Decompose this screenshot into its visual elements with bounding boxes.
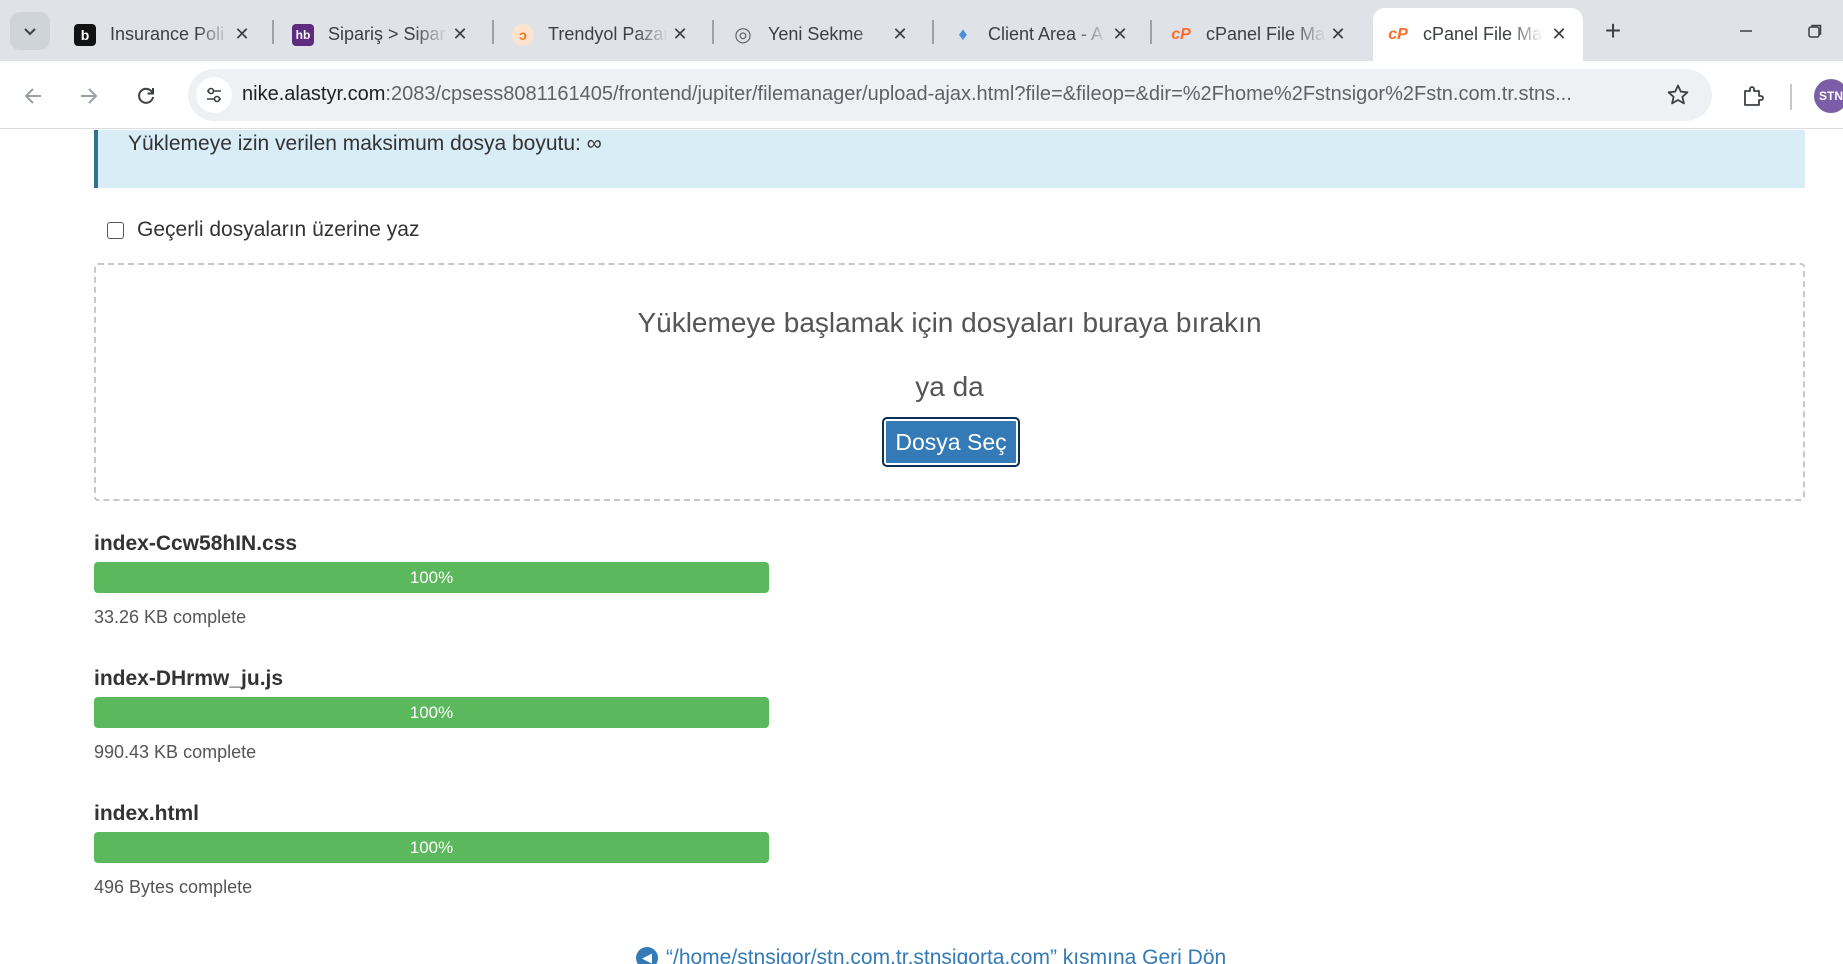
- url-host: nike.alastyr.com: [242, 83, 386, 105]
- upload-file-name: index-Ccw58hIN.css: [94, 532, 298, 555]
- reload-button[interactable]: [128, 78, 164, 114]
- dropzone-title: Yüklemeye başlamak için dosyaları buraya…: [637, 307, 1262, 338]
- browser-toolbar: nike.alastyr.com:2083/cpsess8081161405/f…: [0, 61, 1843, 129]
- max-size-text: Yüklemeye izin verilen maksimum dosya bo…: [128, 132, 602, 155]
- tab-separator: [492, 20, 494, 44]
- dropzone-or-text: ya da: [915, 371, 984, 402]
- upload-progress-label: 100%: [409, 703, 454, 722]
- tab-siparis[interactable]: hb Sipariş > Sipar ✕: [278, 8, 484, 61]
- tab-label: Insurance Poli: [110, 24, 225, 44]
- close-icon[interactable]: ✕: [1108, 22, 1132, 46]
- upload-file-name: index-DHrmw_ju.js: [94, 667, 284, 690]
- upload-item: index-DHrmw_ju.js 100% 990.43 KB complet…: [94, 667, 769, 763]
- upload-status: 33.26 KB complete: [94, 607, 247, 627]
- close-icon[interactable]: ✕: [888, 22, 912, 46]
- forward-button[interactable]: [70, 78, 106, 114]
- new-tab-button[interactable]: +: [1596, 14, 1630, 48]
- profile-avatar[interactable]: STN: [1814, 79, 1843, 113]
- tab-search-button[interactable]: [10, 12, 50, 50]
- file-dropzone[interactable]: Yüklemeye başlamak için dosyaları buraya…: [94, 263, 1805, 501]
- cpanel-icon: cP: [1388, 25, 1408, 43]
- tab-strip: b Insurance Poli ✕ hb Sipariş > Sipar ✕ …: [0, 0, 1843, 61]
- max-size-alert: Yüklemeye izin verilen maksimum dosya bo…: [94, 130, 1805, 188]
- hb-logo-icon: hb: [292, 23, 314, 46]
- restore-icon: [1808, 24, 1822, 38]
- tab-client-area[interactable]: ♦ Client Area - A ✕: [938, 8, 1144, 61]
- arrow-left-icon: [24, 88, 41, 104]
- tab-label: Sipariş > Sipar: [328, 24, 446, 44]
- tab-cpanel-1[interactable]: cP cPanel File Ma ✕: [1156, 8, 1362, 61]
- tab-label: cPanel File Ma: [1423, 24, 1543, 44]
- upload-item: index.html 100% 496 Bytes complete: [94, 802, 769, 898]
- close-icon[interactable]: ✕: [668, 22, 692, 46]
- url-text[interactable]: nike.alastyr.com:2083/cpsess8081161405/f…: [242, 83, 1642, 106]
- tab-separator: [272, 20, 274, 44]
- arrow-right-icon: [81, 88, 98, 104]
- tab-new-tab[interactable]: ◎ Yeni Sekme ✕: [718, 8, 924, 61]
- minimize-button[interactable]: [1728, 14, 1764, 48]
- overwrite-checkbox[interactable]: [107, 221, 124, 239]
- tab-insurance[interactable]: b Insurance Poli ✕: [60, 8, 266, 61]
- close-icon[interactable]: ✕: [230, 22, 254, 46]
- page-content: Yüklemeye izin verilen maksimum dosya bo…: [0, 130, 1843, 964]
- site-info-button[interactable]: [196, 77, 232, 113]
- toolbar-divider: [1790, 84, 1792, 110]
- tab-label: cPanel File Ma: [1206, 24, 1326, 44]
- upload-file-name: index.html: [94, 802, 200, 825]
- arrow-circle-left-icon: ◀: [636, 947, 658, 964]
- close-icon[interactable]: ✕: [1547, 22, 1571, 46]
- upload-progress-label: 100%: [409, 568, 454, 587]
- upload-status: 990.43 KB complete: [94, 742, 257, 762]
- tab-separator: [1150, 20, 1152, 44]
- upload-progress-bar: 100%: [94, 697, 769, 728]
- chevron-down-icon: [24, 28, 36, 36]
- url-path: :2083/cpsess8081161405/frontend/jupiter/…: [385, 83, 1572, 105]
- upload-progress-bar: 100%: [94, 562, 769, 593]
- tab-separator: [712, 20, 714, 44]
- tune-icon: [207, 87, 221, 103]
- cpanel-icon: cP: [1171, 25, 1191, 43]
- minimize-icon: [1740, 30, 1752, 32]
- tab-label: Yeni Sekme: [768, 24, 864, 44]
- chrome-icon: ◎: [734, 24, 752, 46]
- tab-cpanel-active[interactable]: cP cPanel File Ma ✕: [1373, 8, 1583, 61]
- restore-button[interactable]: [1797, 14, 1833, 48]
- reload-icon: [138, 87, 154, 104]
- rocket-icon: ♦: [958, 24, 968, 44]
- back-link-text: “/home/stnsigor/stn.com.tr.stnsigorta.co…: [666, 946, 1227, 964]
- bookmark-button[interactable]: [1664, 81, 1692, 109]
- back-button[interactable]: [16, 78, 52, 114]
- puzzle-icon: [1744, 86, 1764, 106]
- tab-separator: [932, 20, 934, 44]
- upload-item: index-Ccw58hIN.css 100% 33.26 KB complet…: [94, 532, 769, 628]
- upload-progress-label: 100%: [409, 838, 454, 857]
- b-logo-icon: b: [74, 23, 96, 46]
- tab-label: Client Area - A: [988, 24, 1104, 44]
- upload-status: 496 Bytes complete: [94, 877, 253, 897]
- upload-progress-bar: 100%: [94, 832, 769, 863]
- overwrite-label: Geçerli dosyaların üzerine yaz: [137, 218, 420, 241]
- close-icon[interactable]: ✕: [448, 22, 472, 46]
- star-icon: [1667, 84, 1689, 105]
- trendyol-icon: ↄ: [512, 23, 534, 46]
- address-bar[interactable]: nike.alastyr.com:2083/cpsess8081161405/f…: [188, 69, 1712, 121]
- tab-trendyol[interactable]: ↄ Trendyol Pazar ✕: [498, 8, 704, 61]
- choose-file-button[interactable]: Dosya Seç: [882, 417, 1020, 467]
- close-icon[interactable]: ✕: [1326, 22, 1350, 46]
- back-link[interactable]: ◀ “/home/stnsigor/stn.com.tr.stnsigorta.…: [636, 946, 1226, 964]
- tab-label: Trendyol Pazar: [548, 24, 668, 44]
- extensions-button[interactable]: [1736, 79, 1770, 113]
- overwrite-option[interactable]: Geçerli dosyaların üzerine yaz: [94, 218, 419, 242]
